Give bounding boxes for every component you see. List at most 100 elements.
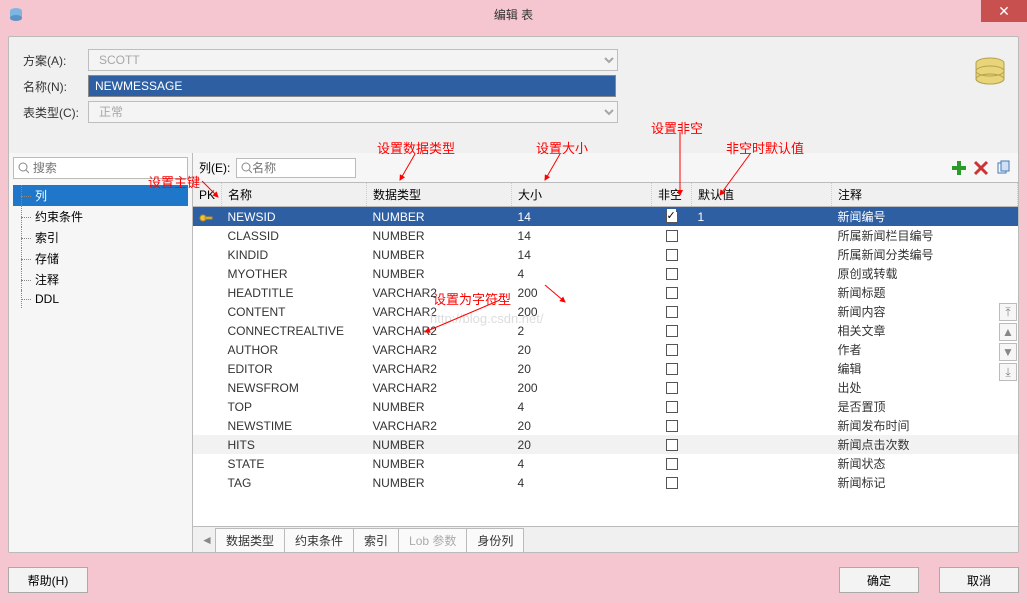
columns-grid[interactable]: PK 名称 数据类型 大小 非空 默认值 注释 NEWSIDNUMBER141新… bbox=[193, 183, 1018, 526]
cell-type[interactable]: VARCHAR2 bbox=[367, 416, 512, 435]
header-pk[interactable]: PK bbox=[193, 183, 222, 207]
table-row[interactable]: NEWSIDNUMBER141新闻编号 bbox=[193, 207, 1018, 227]
help-button[interactable]: 帮助(H) bbox=[8, 567, 88, 593]
cell-pk[interactable] bbox=[193, 283, 222, 302]
cell-type[interactable]: VARCHAR2 bbox=[367, 321, 512, 340]
cell-size[interactable]: 14 bbox=[512, 245, 652, 264]
cell-size[interactable]: 20 bbox=[512, 435, 652, 454]
cell-null[interactable] bbox=[652, 302, 692, 321]
cell-pk[interactable] bbox=[193, 397, 222, 416]
cell-comment[interactable]: 原创或转载 bbox=[832, 264, 1018, 283]
cell-comment[interactable]: 是否置顶 bbox=[832, 397, 1018, 416]
cell-size[interactable]: 200 bbox=[512, 283, 652, 302]
table-row[interactable]: TOPNUMBER4是否置顶 bbox=[193, 397, 1018, 416]
cell-size[interactable]: 14 bbox=[512, 207, 652, 227]
cell-type[interactable]: NUMBER bbox=[367, 435, 512, 454]
cell-name[interactable]: NEWSTIME bbox=[222, 416, 367, 435]
cell-null[interactable] bbox=[652, 378, 692, 397]
cell-null[interactable] bbox=[652, 207, 692, 227]
cell-pk[interactable] bbox=[193, 473, 222, 492]
cell-default[interactable] bbox=[692, 359, 832, 378]
cell-name[interactable]: HEADTITLE bbox=[222, 283, 367, 302]
cell-size[interactable]: 4 bbox=[512, 454, 652, 473]
cell-default[interactable] bbox=[692, 321, 832, 340]
cell-null[interactable] bbox=[652, 321, 692, 340]
cell-null[interactable] bbox=[652, 245, 692, 264]
cell-comment[interactable]: 新闻状态 bbox=[832, 454, 1018, 473]
copy-column-button[interactable] bbox=[994, 159, 1012, 177]
cell-default[interactable] bbox=[692, 226, 832, 245]
cell-type[interactable]: VARCHAR2 bbox=[367, 378, 512, 397]
cell-comment[interactable]: 作者 bbox=[832, 340, 1018, 359]
cell-pk[interactable] bbox=[193, 264, 222, 283]
cell-name[interactable]: CONNECTREALTIVE bbox=[222, 321, 367, 340]
move-up-button[interactable]: ▲ bbox=[999, 323, 1017, 341]
cell-default[interactable] bbox=[692, 416, 832, 435]
table-row[interactable]: MYOTHERNUMBER4原创或转载 bbox=[193, 264, 1018, 283]
cell-pk[interactable] bbox=[193, 435, 222, 454]
cell-type[interactable]: VARCHAR2 bbox=[367, 302, 512, 321]
cell-pk[interactable] bbox=[193, 340, 222, 359]
cell-comment[interactable]: 新闻内容 bbox=[832, 302, 1018, 321]
table-row[interactable]: HEADTITLEVARCHAR2200新闻标题 bbox=[193, 283, 1018, 302]
cell-name[interactable]: KINDID bbox=[222, 245, 367, 264]
cell-null[interactable] bbox=[652, 473, 692, 492]
cell-default[interactable] bbox=[692, 397, 832, 416]
cell-size[interactable]: 200 bbox=[512, 302, 652, 321]
columns-search-input[interactable] bbox=[252, 161, 351, 175]
cell-name[interactable]: CLASSID bbox=[222, 226, 367, 245]
cell-default[interactable] bbox=[692, 245, 832, 264]
cell-default[interactable] bbox=[692, 302, 832, 321]
tab-identity[interactable]: 身份列 bbox=[466, 528, 524, 552]
cell-type[interactable]: NUMBER bbox=[367, 226, 512, 245]
cell-size[interactable]: 2 bbox=[512, 321, 652, 340]
cell-type[interactable]: NUMBER bbox=[367, 473, 512, 492]
cell-pk[interactable] bbox=[193, 245, 222, 264]
cell-pk[interactable] bbox=[193, 378, 222, 397]
cell-default[interactable] bbox=[692, 378, 832, 397]
cell-type[interactable]: NUMBER bbox=[367, 454, 512, 473]
cell-pk[interactable] bbox=[193, 416, 222, 435]
table-row[interactable]: NEWSTIMEVARCHAR220新闻发布时间 bbox=[193, 416, 1018, 435]
header-default[interactable]: 默认值 bbox=[692, 183, 832, 207]
table-row[interactable]: NEWSFROMVARCHAR2200出处 bbox=[193, 378, 1018, 397]
close-button[interactable]: ✕ bbox=[981, 0, 1027, 22]
cell-comment[interactable]: 所属新闻栏目编号 bbox=[832, 226, 1018, 245]
cell-comment[interactable]: 编辑 bbox=[832, 359, 1018, 378]
tab-indexes[interactable]: 索引 bbox=[353, 528, 399, 552]
cell-size[interactable]: 20 bbox=[512, 340, 652, 359]
cell-null[interactable] bbox=[652, 226, 692, 245]
table-row[interactable]: AUTHORVARCHAR220作者 bbox=[193, 340, 1018, 359]
cell-pk[interactable] bbox=[193, 207, 222, 227]
table-row[interactable]: TAGNUMBER4新闻标记 bbox=[193, 473, 1018, 492]
delete-column-button[interactable] bbox=[972, 159, 990, 177]
cell-pk[interactable] bbox=[193, 302, 222, 321]
cell-default[interactable] bbox=[692, 340, 832, 359]
cell-type[interactable]: VARCHAR2 bbox=[367, 359, 512, 378]
table-row[interactable]: KINDIDNUMBER14所属新闻分类编号 bbox=[193, 245, 1018, 264]
cell-default[interactable] bbox=[692, 435, 832, 454]
tabletype-select[interactable]: 正常 bbox=[88, 101, 618, 123]
cell-comment[interactable]: 新闻点击次数 bbox=[832, 435, 1018, 454]
cell-pk[interactable] bbox=[193, 321, 222, 340]
cell-type[interactable]: NUMBER bbox=[367, 397, 512, 416]
cancel-button[interactable]: 取消 bbox=[939, 567, 1019, 593]
table-row[interactable]: CONTENTVARCHAR2200新闻内容 bbox=[193, 302, 1018, 321]
cell-null[interactable] bbox=[652, 340, 692, 359]
header-type[interactable]: 数据类型 bbox=[367, 183, 512, 207]
table-row[interactable]: CONNECTREALTIVEVARCHAR22相关文章 bbox=[193, 321, 1018, 340]
move-top-button[interactable]: ⤒ bbox=[999, 303, 1017, 321]
sidebar-item-comments[interactable]: 注释 bbox=[13, 269, 188, 290]
tab-lob[interactable]: Lob 参数 bbox=[398, 528, 467, 552]
cell-name[interactable]: EDITOR bbox=[222, 359, 367, 378]
cell-comment[interactable]: 出处 bbox=[832, 378, 1018, 397]
cell-size[interactable]: 20 bbox=[512, 416, 652, 435]
cell-comment[interactable]: 新闻标题 bbox=[832, 283, 1018, 302]
name-input[interactable] bbox=[88, 75, 616, 97]
cell-null[interactable] bbox=[652, 416, 692, 435]
ok-button[interactable]: 确定 bbox=[839, 567, 919, 593]
cell-name[interactable]: HITS bbox=[222, 435, 367, 454]
cell-type[interactable]: NUMBER bbox=[367, 207, 512, 227]
cell-type[interactable]: NUMBER bbox=[367, 245, 512, 264]
cell-comment[interactable]: 新闻标记 bbox=[832, 473, 1018, 492]
